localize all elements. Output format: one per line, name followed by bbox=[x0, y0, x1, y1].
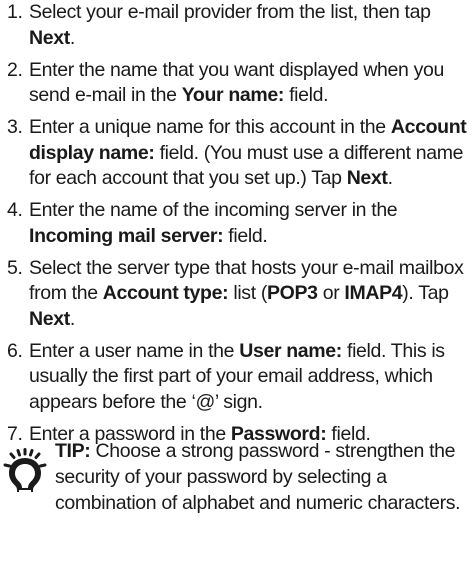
step-bold-term: Account type: bbox=[102, 282, 229, 304]
step-text: . bbox=[69, 26, 75, 49]
instruction-steps-list: 1. Select your e-mail provider from the l… bbox=[0, 0, 473, 454]
step-text: or bbox=[317, 282, 345, 304]
step-text: Enter a unique name for this account in … bbox=[29, 116, 391, 138]
step-number: 6. bbox=[7, 339, 23, 362]
step-bold-term: Incoming mail server: bbox=[29, 224, 224, 247]
step-text: Enter a user name in the bbox=[29, 339, 240, 362]
step-bold-term: User name: bbox=[239, 339, 342, 362]
step-text: ). Tap bbox=[402, 282, 449, 304]
step-item: 6. Enter a user name in the User name: fi… bbox=[0, 339, 473, 416]
step-text: . bbox=[69, 307, 75, 330]
step-number: 2. bbox=[7, 58, 23, 81]
step-bold-term: Next bbox=[29, 26, 70, 49]
step-item: 1. Select your e-mail provider from the l… bbox=[0, 0, 473, 51]
step-bold-term: POP3 bbox=[266, 282, 318, 304]
step-bold-term: Your name: bbox=[181, 84, 285, 106]
step-item: 3. Enter a unique name for this account i… bbox=[0, 115, 473, 192]
step-item: 5. Select the server type that hosts your… bbox=[0, 256, 473, 333]
step-number: 4. bbox=[7, 199, 23, 221]
tip-label: TIP: bbox=[55, 440, 91, 462]
step-text: field. bbox=[284, 84, 329, 106]
step-number: 3. bbox=[7, 116, 23, 138]
tip-box: TIP: Choose a strong password - strength… bbox=[0, 438, 473, 568]
step-number: 5. bbox=[7, 256, 23, 279]
step-text: field. bbox=[223, 224, 268, 247]
step-bold-term: IMAP4 bbox=[344, 282, 403, 304]
step-bold-term: Next bbox=[346, 167, 388, 189]
tip-text: TIP: Choose a strong password - strength… bbox=[55, 438, 473, 516]
step-item: 2. Enter the name that you want displayed… bbox=[0, 58, 473, 109]
step-text: list ( bbox=[228, 282, 267, 304]
step-bold-term: Next bbox=[29, 307, 70, 330]
lightbulb-icon bbox=[3, 448, 47, 492]
tip-body: Choose a strong password - strengthen th… bbox=[55, 440, 461, 514]
step-text: . bbox=[387, 167, 393, 189]
step-text: Select your e-mail provider from the lis… bbox=[29, 1, 431, 23]
step-text: Enter the name of the incoming server in… bbox=[29, 199, 398, 221]
step-item: 4. Enter the name of the incoming server … bbox=[0, 198, 473, 249]
step-number: 1. bbox=[7, 1, 23, 23]
